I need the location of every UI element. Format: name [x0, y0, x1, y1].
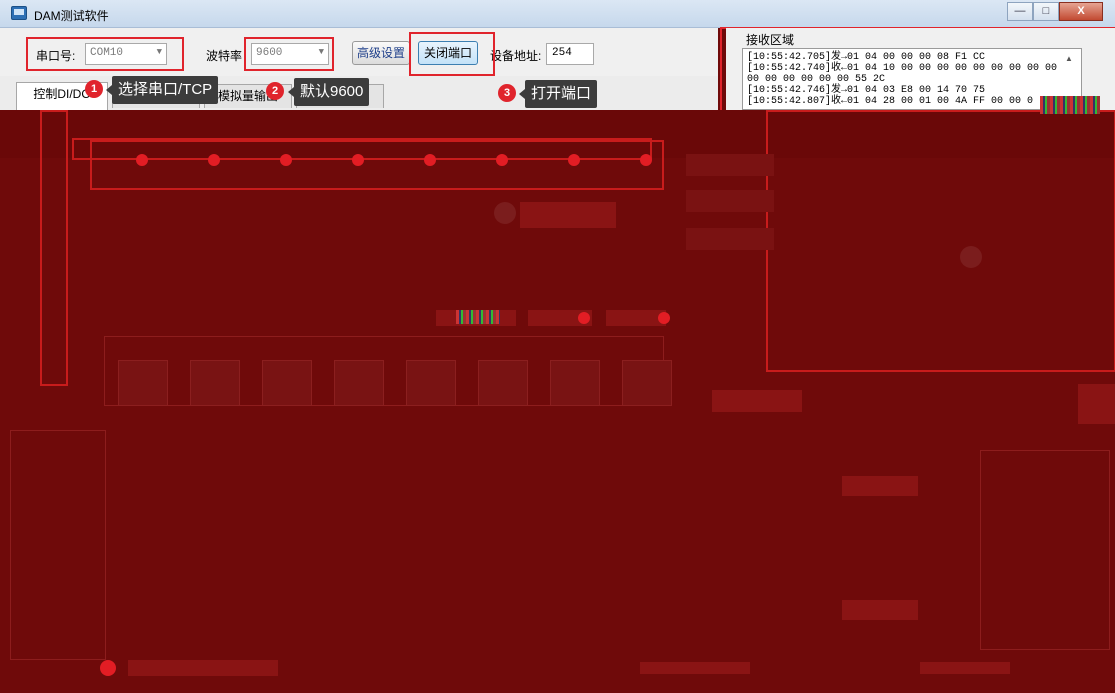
baud-highlight: [244, 37, 334, 71]
step-badge-3: 3: [498, 84, 516, 102]
obscured-channel: [550, 360, 600, 406]
obscured-channel: [478, 360, 528, 406]
step-badge-1: 1: [85, 80, 103, 98]
obscured-channel: [622, 360, 672, 406]
obscured-channel: [118, 360, 168, 406]
indicator-dot: [640, 154, 652, 166]
callout-select-port: 选择串口/TCP: [105, 76, 219, 104]
indicator-dot: [960, 246, 982, 268]
indicator-dot: [658, 312, 670, 324]
device-address-input[interactable]: 254: [546, 43, 594, 65]
obscured-block: [606, 310, 666, 326]
title-bar: DAM测试软件 — □ X: [0, 0, 1115, 28]
obscured-channel: [334, 360, 384, 406]
indicator-dot: [494, 202, 516, 224]
close-icon[interactable]: X: [1059, 2, 1103, 21]
minimize-icon[interactable]: —: [1007, 2, 1033, 21]
port-highlight: [26, 37, 184, 71]
indicator-dot: [568, 154, 580, 166]
step-badge-2: 2: [266, 82, 284, 100]
ghost-frame: [10, 430, 106, 660]
obscured-button: [686, 190, 774, 212]
indicator-dot: [578, 312, 590, 324]
obscured-button: [686, 154, 774, 176]
maximize-icon[interactable]: □: [1033, 2, 1059, 21]
receive-title: 接收区域: [746, 33, 795, 47]
obscured-block: [712, 390, 802, 412]
obscured-channel: [406, 360, 456, 406]
obscured-block: [1078, 384, 1115, 424]
receive-log[interactable]: [10:55:42.705]发→01 04 00 00 00 08 F1 CC …: [742, 48, 1082, 110]
obscured-footer-text: [640, 662, 750, 674]
callout-open-port: 打开端口: [518, 80, 598, 108]
ghost-frame: [90, 140, 664, 190]
image-artifact: [456, 310, 500, 324]
device-address-label: 设备地址:: [490, 49, 542, 63]
indicator-dot: [208, 154, 220, 166]
window-controls: — □ X: [1007, 2, 1103, 21]
baud-label: 波特率: [206, 49, 243, 63]
obscured-footer-text: [128, 660, 278, 676]
indicator-dot: [496, 154, 508, 166]
advanced-settings-button[interactable]: 高级设置: [352, 41, 410, 65]
indicator-dot: [280, 154, 292, 166]
scroll-up-icon[interactable]: ▲: [1065, 54, 1073, 63]
indicator-dot: [424, 154, 436, 166]
obscured-block: [842, 476, 918, 496]
obscured-channel: [262, 360, 312, 406]
ghost-frame: [980, 450, 1110, 650]
obscured-channel: [190, 360, 240, 406]
obscured-button: [686, 228, 774, 250]
obscured-block: [842, 600, 918, 620]
indicator-dot: [136, 154, 148, 166]
ghost-frame: [40, 110, 68, 386]
indicator-dot: [352, 154, 364, 166]
open-port-highlight: [409, 32, 495, 76]
callout-default-baud: 默认9600: [287, 78, 370, 106]
app-icon: [11, 6, 27, 20]
logo-icon: [100, 660, 116, 676]
obscured-block: [520, 202, 616, 228]
obscured-footer-text: [920, 662, 1010, 674]
ghost-frame: [766, 110, 1115, 372]
obscured-content: [0, 96, 1115, 693]
window-title: DAM测试软件: [34, 9, 109, 23]
image-artifact: [1040, 96, 1100, 114]
